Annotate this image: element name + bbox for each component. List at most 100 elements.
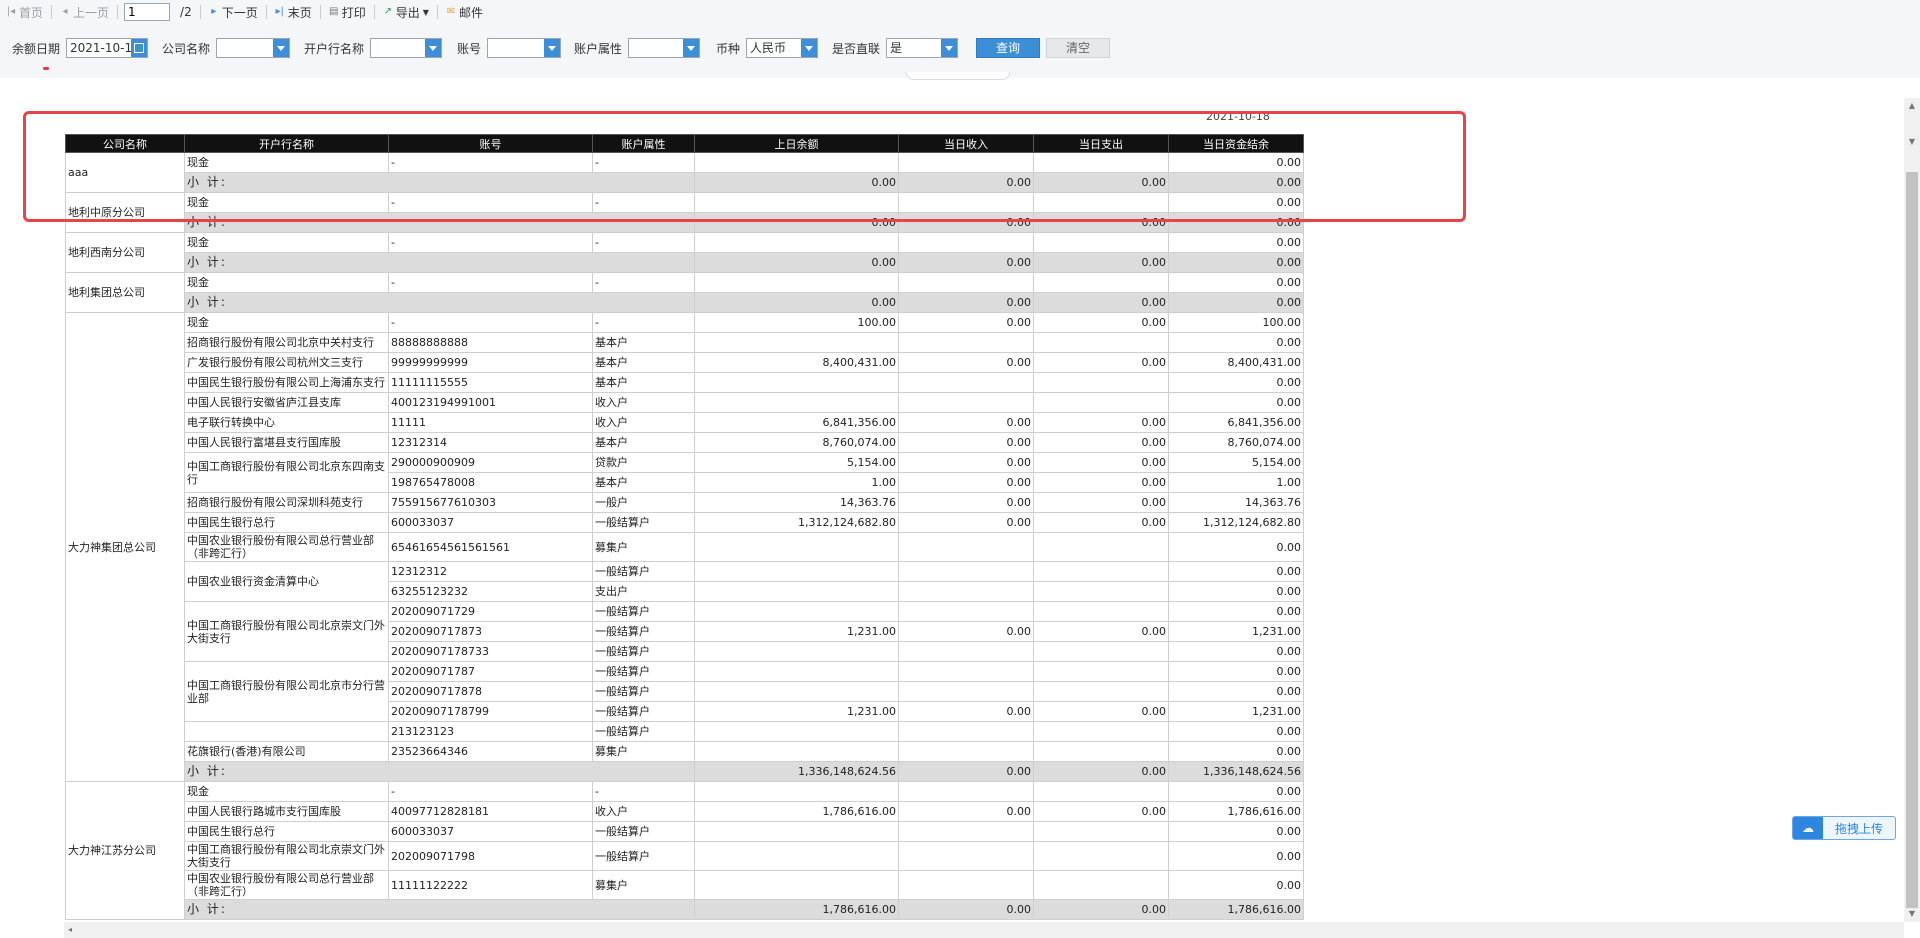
next-page-button[interactable]: ▸ 下一页 (203, 0, 264, 24)
first-page-icon: |◂ (6, 6, 16, 17)
prev-cell (694, 232, 899, 253)
account-cell: 2020090717873 (388, 621, 593, 642)
bank-name-cell: 中国工商银行股份有限公司北京市分行营业部 (184, 661, 389, 722)
bal-cell: 5,154.00 (1168, 452, 1304, 473)
attr-cell: 支出户 (592, 581, 695, 602)
bal-cell: 14,363.76 (1168, 492, 1304, 513)
collapse-filter-tab[interactable] (906, 72, 1010, 80)
out-cell: 0.00 (1033, 412, 1169, 433)
scroll-up-icon[interactable]: ▲ (1904, 98, 1920, 114)
drag-upload-button[interactable]: ☁ 拖拽上传 (1792, 816, 1896, 840)
currency-select[interactable]: 人民币 (746, 38, 819, 58)
subtotal-label: 小 计: (184, 292, 695, 313)
scroll-down-icon[interactable]: ▼ (1904, 906, 1920, 922)
in-cell (898, 781, 1034, 802)
dropdown-arrow-icon[interactable] (683, 39, 700, 57)
attr-select[interactable] (628, 38, 701, 58)
subtotal-row: 小 计: 0.00 0.00 0.00 0.00 (66, 252, 1304, 273)
first-page-button[interactable]: |◂ 首页 (0, 0, 49, 24)
balance-table: 公司名称 开户行名称 账号 账户属性 上日余额 当日收入 当日支出 当日资金结余 aaa 现金 -… (65, 134, 1304, 920)
bank-name-cell: 中国人民银行路城市支行国库股 (184, 801, 389, 822)
prev-cell (694, 272, 899, 293)
prev-cell (694, 661, 899, 682)
scroll-left-icon[interactable]: ◂ (68, 922, 72, 938)
bal-cell: 0.00 (1168, 272, 1304, 293)
in-cell (898, 601, 1034, 622)
required-marker (43, 67, 49, 70)
table-row: 中国人民银行富堪县支行国库股 12312314 基本户 8,760,074.00 0.0… (66, 432, 1304, 453)
dropdown-arrow-icon[interactable] (544, 39, 561, 57)
date-input[interactable]: 2021-10-18 (66, 38, 149, 58)
query-button[interactable]: 查询 (976, 38, 1040, 58)
print-button[interactable]: ▤ 打印 (323, 0, 372, 24)
in-cell: 0.00 (898, 701, 1034, 722)
subtotal-out-cell: 0.00 (1033, 292, 1169, 313)
attr-cell: 募集户 (592, 532, 695, 562)
toolbar-divider (373, 5, 375, 19)
in-cell (898, 721, 1034, 742)
in-cell: 0.00 (898, 432, 1034, 453)
table-row: 中国人民银行路城市支行国库股 40097712828181 收入户 1,786,616… (66, 801, 1304, 822)
toolbar-divider (319, 5, 321, 19)
dropdown-arrow-icon[interactable] (425, 39, 442, 57)
page-number-input[interactable] (124, 3, 171, 21)
prev-cell: 5,154.00 (694, 452, 899, 473)
subtotal-row: 小 计: 1,336,148,624.56 0.00 0.00 1,336,148,62… (66, 761, 1304, 782)
subtotal-in-cell: 0.00 (898, 292, 1034, 313)
filter-bar: 余额日期 2021-10-18 公司名称 开户行名称 账号 账户属性 币种 人民… (0, 24, 1920, 78)
bank-select[interactable] (370, 38, 443, 58)
dropdown-arrow-icon[interactable] (801, 39, 818, 57)
table-row: 地利集团总公司 现金 - -0.00 (65, 272, 1304, 313)
bal-cell: 6,841,356.00 (1168, 412, 1304, 433)
subtotal-out-cell: 0.00 (1033, 899, 1169, 920)
scroll-thumb[interactable] (1906, 172, 1918, 908)
in-cell: 0.00 (898, 492, 1034, 513)
account-cell: 202009071729 (388, 601, 593, 622)
last-page-button[interactable]: ▸| 末页 (269, 0, 318, 24)
in-cell (898, 681, 1034, 702)
bank-name-cell: 中国工商银行股份有限公司北京崇文门外大街支行 (184, 841, 389, 871)
dropdown-arrow-icon[interactable] (941, 39, 958, 57)
attr-cell: 一般结算户 (592, 821, 695, 842)
export-button[interactable]: ↗ 导出 ▼ (377, 0, 435, 24)
dropdown-arrow-icon[interactable] (273, 39, 290, 57)
toolbar-divider (265, 5, 267, 19)
subtotal-prev-cell: 0.00 (694, 292, 899, 313)
mail-button[interactable]: ✉ 邮件 (440, 0, 489, 24)
subtotal-row: 小 计: 0.00 0.00 0.00 0.00 (66, 292, 1304, 313)
account-cell: 202009071787 (388, 661, 593, 682)
out-cell (1033, 272, 1169, 293)
prev-page-button[interactable]: ◂ 上一页 (54, 0, 115, 24)
direct-select[interactable]: 是 (886, 38, 959, 58)
account-cell: 600033037 (388, 512, 593, 533)
account-cell: - (388, 781, 593, 802)
bal-cell: 1,786,616.00 (1168, 801, 1304, 822)
bal-cell: 0.00 (1168, 372, 1304, 393)
account-cell: 23523664346 (388, 741, 593, 762)
subtotal-in-cell: 0.00 (898, 252, 1034, 273)
vertical-scrollbar[interactable]: ▲ ▼ ▼ (1904, 98, 1920, 922)
subtotal-prev-cell: 1,336,148,624.56 (694, 761, 899, 782)
table-row: 中国工商银行股份有限公司北京东四南支行 290000900909 贷款户 5,154.… (66, 452, 1304, 493)
table-row: 中国人民银行安徽省庐江县支库 400123194991001 收入户 0.00 (66, 392, 1304, 413)
prev-cell (694, 841, 899, 871)
scroll-up-page-icon[interactable]: ▼ (1904, 134, 1920, 150)
printer-icon: ▤ (329, 6, 339, 17)
calendar-icon[interactable] (131, 39, 148, 57)
toolbar-divider (199, 5, 201, 19)
in-cell (898, 372, 1034, 393)
account-cell: 11111115555 (388, 372, 593, 393)
horizontal-scrollbar[interactable]: ◂ (64, 922, 1904, 938)
subtotal-out-cell: 0.00 (1033, 252, 1169, 273)
account-filter: 账号 (457, 38, 562, 58)
in-cell: 0.00 (898, 452, 1034, 473)
bal-cell: 0.00 (1168, 232, 1304, 253)
prev-cell (694, 392, 899, 413)
subtotal-bal-cell: 0.00 (1168, 252, 1304, 273)
company-select[interactable] (216, 38, 291, 58)
account-select[interactable] (487, 38, 562, 58)
attr-cell: 一般结算户 (592, 601, 695, 622)
clear-button[interactable]: 清空 (1046, 38, 1110, 58)
prev-cell (694, 721, 899, 742)
out-cell (1033, 532, 1169, 562)
